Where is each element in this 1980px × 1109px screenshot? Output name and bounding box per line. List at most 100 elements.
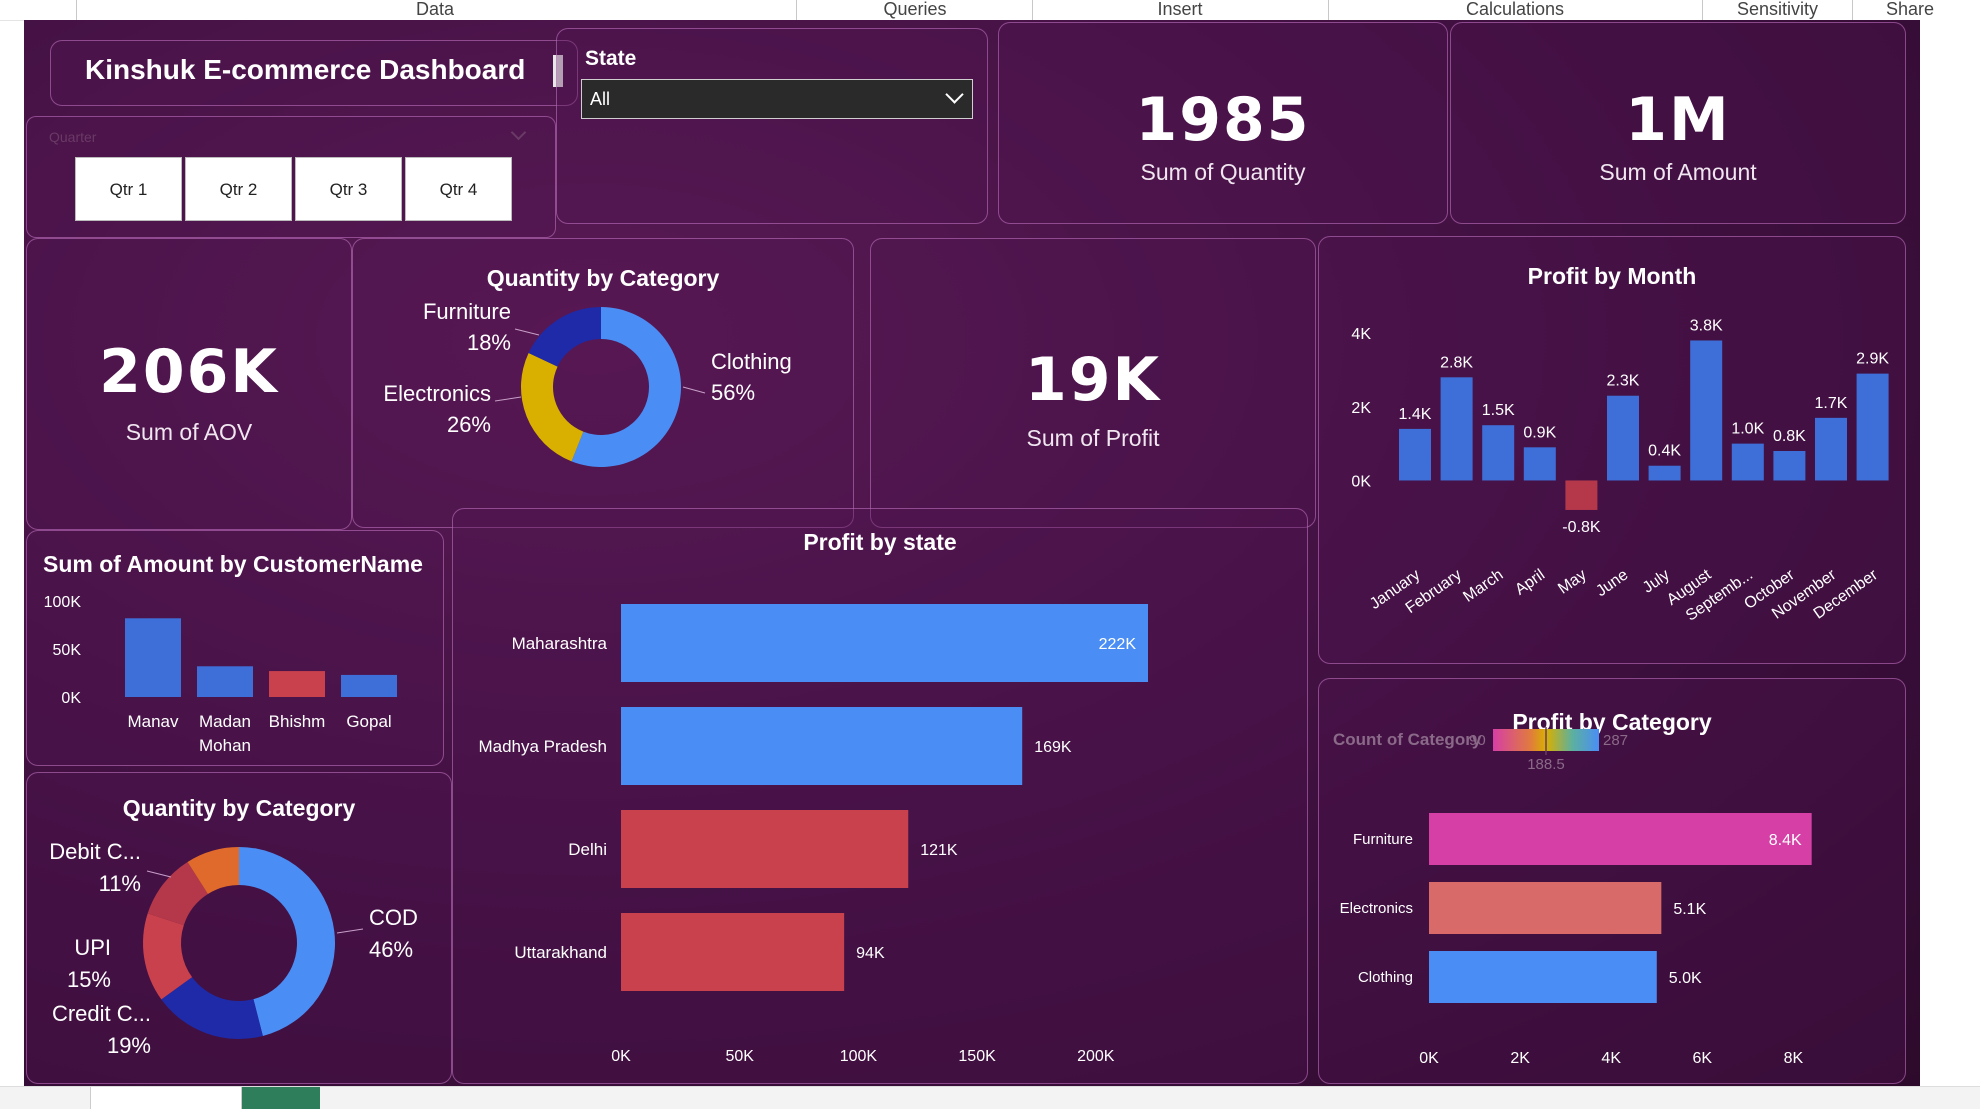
month-bar xyxy=(1648,465,1681,481)
state-dropdown[interactable]: All xyxy=(581,79,973,119)
quarter-button-q3[interactable]: Qtr 3 xyxy=(295,157,402,221)
x-tick-label: Gopal xyxy=(346,712,391,731)
x-tick-label: 8K xyxy=(1784,1050,1804,1067)
customer-bar xyxy=(125,618,181,697)
quarter-button-q1[interactable]: Qtr 1 xyxy=(75,157,182,221)
payment-mode-chart: COD 46% Credit C... 19% UPI 15% Debit C... 11% xyxy=(49,839,418,1058)
profit-by-month-card: Profit by Month 0K 2K 4K 1.4K January 2.8K Feb… xyxy=(1318,236,1906,664)
slice-percent: 11% xyxy=(99,871,141,896)
page-tab-active[interactable] xyxy=(242,1087,320,1109)
quantity-by-category-chart: Clothing 56% Electronics 26% Furniture 18% xyxy=(383,299,792,467)
slice-percent: 18% xyxy=(467,330,511,355)
bar-data-label: 3.8K xyxy=(1690,317,1723,334)
dashboard-title: Kinshuk E-commerce Dashboard xyxy=(85,54,526,85)
quarter-slicer: Quarter Qtr 1 Qtr 2 Qtr 3 Qtr 4 xyxy=(26,116,556,238)
chevron-down-icon[interactable] xyxy=(510,124,527,141)
quarter-button-q2[interactable]: Qtr 2 xyxy=(185,157,292,221)
customer-bar xyxy=(341,674,397,697)
menu-queries[interactable]: Queries xyxy=(820,0,1010,20)
state-bar xyxy=(621,604,1149,682)
profit-by-state-chart: Maharashtra 222K Madhya Pradesh 169K Delhi 12… xyxy=(478,604,1149,1065)
category-bar xyxy=(1429,882,1662,934)
amount-by-customer-chart: 0K 50K 100K Manav Madan Mohan Bhishm Gopal xyxy=(44,594,397,755)
profit-by-month-chart: 0K2K4K1.4KJanuary2.8KFebruary1.5KMarch0.… xyxy=(1351,317,1889,624)
x-tick-label: Bhishm xyxy=(269,712,326,731)
amount-by-customer-card: Sum of Amount by CustomerName 0K 50K 100K M… xyxy=(26,530,444,766)
legend-title: Count of Category xyxy=(1333,730,1482,749)
slice-label: Credit C... xyxy=(52,1001,151,1026)
kpi-aov-value: 206K xyxy=(99,337,279,407)
state-filter-card: State All xyxy=(556,28,988,224)
kpi-quantity-value: 1985 xyxy=(1135,85,1311,155)
slice-label: COD xyxy=(369,905,418,930)
bar-data-label: 1.7K xyxy=(1815,395,1848,412)
menu-calculations[interactable]: Calculations xyxy=(1420,0,1610,20)
kpi-profit-value: 19K xyxy=(1025,345,1161,415)
bar-data-label: 1.5K xyxy=(1482,402,1515,419)
y-tick-label: 2K xyxy=(1351,400,1371,417)
x-tick-label: June xyxy=(1593,566,1631,600)
bar-data-label: 5.0K xyxy=(1669,970,1702,987)
state-bar xyxy=(621,707,1023,785)
month-bar xyxy=(1773,451,1806,481)
x-tick-label: 0K xyxy=(611,1048,631,1065)
x-tick-label: 100K xyxy=(840,1048,878,1065)
y-tick-label: Uttarakhand xyxy=(514,943,607,962)
state-bar xyxy=(621,810,909,888)
state-filter-label: State xyxy=(585,47,637,70)
profit-by-state-card: Profit by state Maharashtra 222K Madhya Pr… xyxy=(452,508,1308,1084)
y-tick-label: Clothing xyxy=(1358,969,1413,986)
leader-line xyxy=(336,928,364,934)
slice-label: Electronics xyxy=(383,381,491,406)
menu-insert[interactable]: Insert xyxy=(1085,0,1275,20)
legend-max: 287 xyxy=(1603,732,1628,749)
donut-slice xyxy=(521,352,584,462)
slice-percent: 46% xyxy=(369,937,413,962)
month-bar xyxy=(1731,443,1764,481)
y-tick-label: 4K xyxy=(1351,326,1371,343)
kpi-aov-card: 206K Sum of AOV xyxy=(26,238,352,530)
menu-sensitivity[interactable]: Sensitivity xyxy=(1730,0,1825,20)
quarter-button-q4[interactable]: Qtr 4 xyxy=(405,157,512,221)
bar-data-label: 0.9K xyxy=(1523,424,1556,441)
report-canvas: Kinshuk E-commerce Dashboard Quarter Qtr… xyxy=(24,20,1920,1086)
month-bar xyxy=(1815,417,1847,481)
leader-line xyxy=(494,396,522,402)
kpi-amount-card: 1M Sum of Amount xyxy=(1450,22,1906,224)
leader-line xyxy=(514,328,540,336)
payment-mode-card: Quantity by Category COD 46% Credit C... 19… xyxy=(26,772,452,1084)
bar-data-label: 8.4K xyxy=(1769,832,1802,849)
kpi-profit-label: Sum of Profit xyxy=(1026,425,1160,451)
slice-percent: 15% xyxy=(67,967,111,992)
bar-data-label: -0.8K xyxy=(1562,519,1601,536)
x-tick-label: 2K xyxy=(1510,1050,1530,1067)
leader-line xyxy=(146,870,172,878)
x-tick-label: 6K xyxy=(1693,1050,1713,1067)
y-tick-label: 0K xyxy=(1351,473,1371,490)
slice-label: Debit C... xyxy=(49,839,141,864)
y-tick-label: Delhi xyxy=(568,840,607,859)
x-tick-label: May xyxy=(1555,566,1590,597)
menu-data[interactable]: Data xyxy=(340,0,530,20)
kpi-quantity-label: Sum of Quantity xyxy=(1140,159,1306,185)
month-bar xyxy=(1523,447,1556,481)
x-tick-label: Mohan xyxy=(199,736,251,755)
menu-separator xyxy=(1328,0,1329,20)
y-tick-label: Furniture xyxy=(1353,831,1413,848)
y-tick-label: 50K xyxy=(53,642,82,659)
x-tick-label: Madan xyxy=(199,712,251,731)
state-bar xyxy=(621,913,845,991)
title-card: Kinshuk E-commerce Dashboard xyxy=(50,40,578,106)
x-tick-label: March xyxy=(1460,566,1506,605)
menu-share[interactable]: Share xyxy=(1860,0,1960,20)
bar-data-label: 169K xyxy=(1034,739,1072,756)
kpi-amount-label: Sum of Amount xyxy=(1599,159,1757,185)
month-bar xyxy=(1607,395,1639,481)
profit-by-category-card: Profit by Category Count of Category 90 28… xyxy=(1318,678,1906,1084)
right-margin xyxy=(1920,20,1980,1086)
x-tick-label: 0K xyxy=(1419,1050,1439,1067)
y-tick-label: 0K xyxy=(61,690,81,707)
page-tab[interactable] xyxy=(90,1087,242,1109)
category-bar xyxy=(1429,813,1812,865)
kpi-amount-value: 1M xyxy=(1625,85,1731,155)
